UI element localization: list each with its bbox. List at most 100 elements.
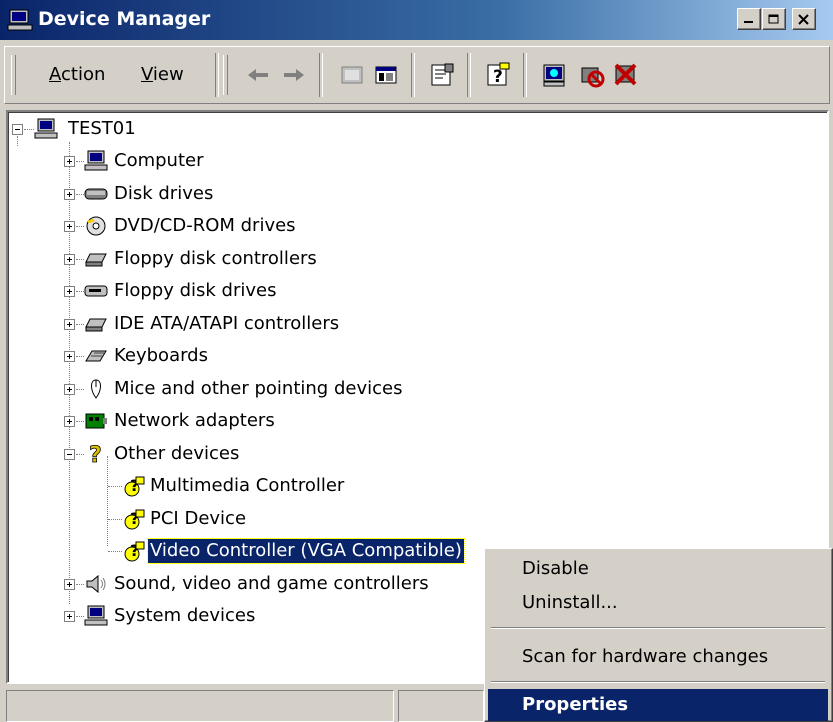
expand-toggle[interactable] [64, 188, 75, 200]
tree-line [76, 258, 84, 261]
help-button[interactable]: ? [481, 57, 515, 93]
scan-hardware-button[interactable] [537, 57, 571, 93]
network-icon [85, 413, 107, 429]
show-hide-tree-icon [375, 66, 397, 84]
up-button[interactable] [335, 57, 369, 93]
mouse-icon [91, 378, 101, 399]
question-icon: ? [89, 443, 103, 465]
expand-toggle[interactable] [64, 416, 75, 427]
tree-node-label: DVD/CD-ROM drives [114, 215, 296, 236]
back-button[interactable] [241, 57, 275, 93]
disable-device-icon [581, 67, 605, 88]
tree-node-label: Video Controller (VGA Compatible) [147, 538, 465, 564]
computer-icon [34, 118, 58, 139]
properties-menu-item[interactable]: Properties [488, 689, 828, 721]
tree-node-label: Mice and other pointing devices [114, 377, 403, 399]
collapse-toggle[interactable] [12, 124, 23, 135]
tree-node-label: Floppy disk drives [114, 280, 277, 301]
tree-line [17, 136, 19, 146]
disable-menu-item[interactable]: Disable [488, 553, 828, 585]
dvd-icon [86, 216, 106, 236]
expand-toggle[interactable] [64, 221, 75, 232]
menu-separator [491, 627, 825, 629]
unknown-device-icon: ? [124, 476, 145, 497]
close-icon [798, 13, 809, 25]
tree-node-label: PCI Device [150, 507, 247, 529]
disable-device-button[interactable] [575, 57, 609, 93]
tree-line [108, 518, 122, 521]
action-menu[interactable]: Action [49, 64, 105, 85]
tree-node-label: IDE ATA/ATAPI controllers [114, 312, 340, 334]
tree-line [76, 421, 84, 423]
view-menu-mnemonic: V [141, 64, 153, 85]
maximize-button[interactable] [762, 8, 786, 30]
disk-drive-icon [84, 188, 108, 199]
forward-button[interactable] [277, 57, 311, 93]
minimize-button[interactable] [737, 8, 761, 30]
properties-button[interactable] [425, 57, 459, 93]
title-bar[interactable]: Device Manager [0, 0, 833, 40]
tree-line [108, 551, 122, 553]
expand-toggle[interactable] [64, 351, 75, 362]
tree-root-label: TEST01 [68, 118, 136, 139]
tree-line [76, 616, 84, 618]
uninstall-device-button[interactable] [609, 57, 643, 93]
computer-icon [84, 150, 108, 171]
minimize-icon [744, 21, 753, 23]
scan-hardware-icon [543, 64, 565, 87]
tree-node-label: Other devices [114, 442, 240, 464]
toolbar-separator [319, 53, 323, 97]
tree-line [108, 486, 122, 488]
status-pane-middle [398, 690, 484, 722]
tree-node-label: Keyboards [114, 345, 208, 366]
close-button[interactable] [792, 8, 816, 30]
context-menu: Disable Uninstall... Scan for hardware c… [484, 548, 833, 722]
expand-toggle[interactable] [64, 156, 75, 167]
tree-line [107, 456, 109, 546]
view-menu[interactable]: View [141, 64, 184, 85]
view-menu-label: iew [152, 64, 184, 85]
menu-separator [491, 681, 825, 683]
show-hide-tree-button[interactable] [369, 57, 403, 93]
tree-node-label: Network adapters [114, 410, 275, 431]
toolbar-grip[interactable] [223, 55, 228, 95]
floppy-icon [84, 285, 108, 297]
speaker-icon [86, 574, 106, 593]
tree-node-label: Disk drives [114, 182, 214, 204]
svg-text:?: ? [493, 67, 503, 87]
svg-text:?: ? [89, 443, 102, 465]
expand-toggle[interactable] [64, 578, 75, 590]
tree-line [76, 226, 84, 228]
expand-toggle[interactable] [64, 611, 75, 622]
tree-line [76, 193, 84, 196]
device-manager-icon [7, 9, 33, 31]
tree-line [76, 388, 84, 391]
tree-line [69, 142, 71, 604]
tree-line [76, 453, 84, 456]
tree-line [76, 291, 84, 293]
tree-line [24, 129, 34, 131]
tree-node-label: Computer [114, 150, 204, 171]
status-pane-left [6, 690, 394, 722]
controller-icon [85, 318, 107, 331]
help-icon: ? [487, 62, 510, 87]
uninstall-menu-item[interactable]: Uninstall... [488, 587, 828, 619]
expand-toggle[interactable] [64, 318, 75, 330]
properties-icon [431, 63, 454, 86]
up-icon [341, 66, 363, 84]
tree-line [76, 161, 84, 163]
computer-icon [84, 605, 108, 626]
window-title: Device Manager [38, 8, 211, 30]
toolbar-separator [215, 53, 219, 97]
expand-toggle[interactable] [64, 253, 75, 265]
expand-toggle[interactable] [64, 286, 75, 297]
tree-node-label: Sound, video and game controllers [114, 572, 429, 594]
expand-toggle[interactable] [64, 383, 75, 395]
tree-node-label: Floppy disk controllers [114, 247, 317, 269]
keyboard-icon [85, 350, 107, 362]
collapse-toggle[interactable] [64, 448, 75, 460]
action-menu-label: ction [61, 64, 106, 85]
scan-hardware-menu-item[interactable]: Scan for hardware changes [488, 641, 828, 673]
toolbar-grip[interactable] [11, 55, 16, 95]
controller-icon [85, 253, 107, 266]
